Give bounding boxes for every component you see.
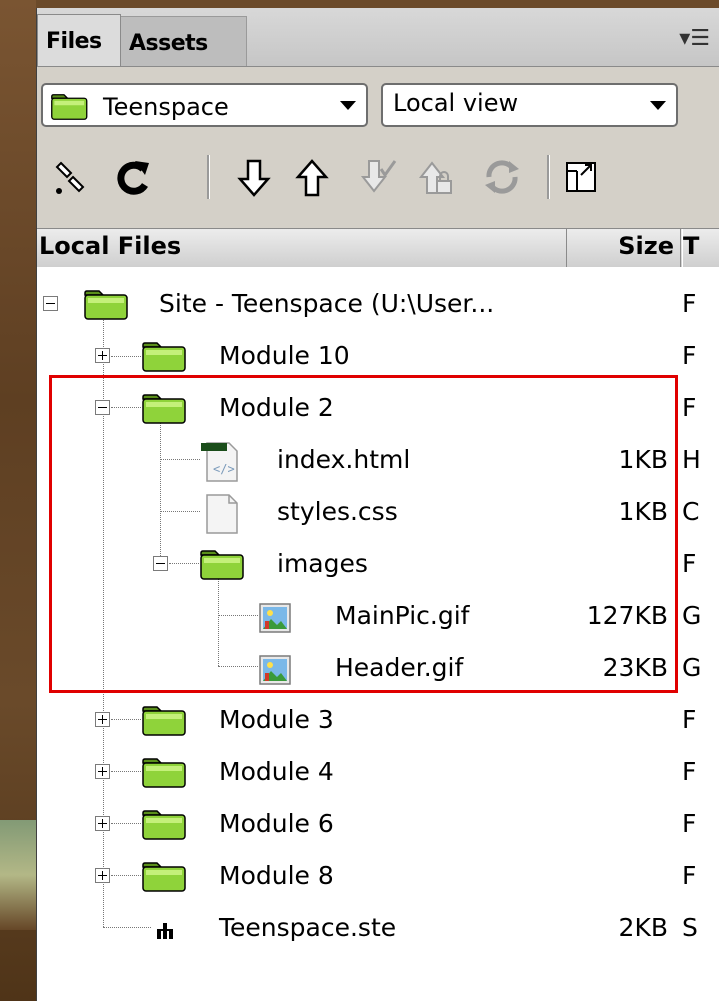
- type-cell: F: [682, 757, 697, 786]
- tree-label: index.html: [277, 445, 411, 474]
- image-file-icon: [259, 603, 291, 633]
- background-decoration: [0, 820, 36, 930]
- size-cell: 1KB: [618, 497, 668, 526]
- site-select-value: Teenspace: [103, 93, 229, 121]
- column-local-files[interactable]: Local Files: [37, 229, 567, 267]
- folder-open-icon: [200, 550, 244, 580]
- expand-toggle[interactable]: [95, 712, 110, 727]
- tab-assets[interactable]: Assets: [121, 16, 247, 66]
- check-in-icon[interactable]: [415, 155, 457, 199]
- tree-label: Module 8: [219, 861, 334, 890]
- type-cell: F: [682, 341, 697, 370]
- tree-row-module-3[interactable]: Module 3 F: [37, 695, 719, 745]
- tree-row-site-root[interactable]: Site - Teenspace (U:\User... F: [37, 279, 719, 329]
- folder-icon: [142, 342, 186, 372]
- toolbar-separator: [547, 155, 550, 199]
- expand-toggle[interactable]: [95, 764, 110, 779]
- file-tree: Site - Teenspace (U:\User... F Module 10…: [37, 267, 719, 1001]
- tree-label: images: [277, 549, 368, 578]
- panel-tab-bar: Files Assets ▾☰: [37, 8, 719, 67]
- tree-label: Module 6: [219, 809, 334, 838]
- get-files-icon[interactable]: [233, 155, 275, 199]
- expand-panel-icon[interactable]: [563, 155, 601, 199]
- tree-row-module-10[interactable]: Module 10 F: [37, 331, 719, 381]
- tree-row-teenspace-ste[interactable]: Teenspace.ste 2KB S: [37, 903, 719, 953]
- type-cell: F: [682, 289, 697, 318]
- size-cell: 2KB: [618, 913, 668, 942]
- type-cell: G: [682, 653, 702, 682]
- folder-icon: [142, 758, 186, 788]
- tree-row-mainpic-gif[interactable]: MainPic.gif 127KB G: [37, 591, 719, 641]
- column-size[interactable]: Size: [567, 229, 681, 267]
- type-cell: F: [682, 809, 697, 838]
- tree-label: MainPic.gif: [335, 601, 470, 630]
- tree-row-module-4[interactable]: Module 4 F: [37, 747, 719, 797]
- collapse-toggle[interactable]: [95, 400, 110, 415]
- tree-label: Header.gif: [335, 653, 464, 682]
- svg-text:</>: </>: [213, 462, 235, 476]
- site-definition-icon: [157, 923, 173, 939]
- type-cell: F: [682, 549, 697, 578]
- tree-label: Teenspace.ste: [219, 913, 397, 942]
- refresh-icon[interactable]: [113, 155, 155, 199]
- folder-icon: [142, 862, 186, 892]
- expand-toggle[interactable]: [95, 816, 110, 831]
- folder-icon: [51, 94, 88, 120]
- css-file-icon: [206, 494, 238, 534]
- check-out-icon[interactable]: [357, 155, 399, 199]
- folder-open-icon: [84, 290, 128, 320]
- folder-open-icon: [142, 394, 186, 424]
- files-toolbar: Teenspace Local view: [37, 67, 719, 237]
- chevron-down-icon: [340, 101, 356, 110]
- tree-row-index-html[interactable]: </> index.html 1KB H: [37, 435, 719, 485]
- type-cell: S: [682, 913, 698, 942]
- column-type[interactable]: T: [682, 229, 719, 267]
- tree-label: styles.css: [277, 497, 398, 526]
- image-file-icon: [259, 655, 291, 685]
- collapse-toggle[interactable]: [43, 296, 58, 311]
- background-strip: [0, 0, 36, 1001]
- folder-icon: [142, 706, 186, 736]
- tree-label: Module 4: [219, 757, 334, 786]
- tree-row-module-6[interactable]: Module 6 F: [37, 799, 719, 849]
- type-cell: F: [682, 705, 697, 734]
- type-cell: F: [682, 393, 697, 422]
- type-cell: G: [682, 601, 702, 630]
- tree-row-images[interactable]: images F: [37, 539, 719, 589]
- size-cell: 23KB: [602, 653, 668, 682]
- put-files-icon[interactable]: [291, 155, 333, 199]
- view-select[interactable]: Local view: [381, 83, 678, 127]
- toolbar-separator: [207, 155, 210, 199]
- tree-label: Site - Teenspace (U:\User...: [159, 289, 495, 318]
- tab-files[interactable]: Files: [37, 14, 121, 66]
- type-cell: F: [682, 861, 697, 890]
- tree-row-header-gif[interactable]: Header.gif 23KB G: [37, 643, 719, 693]
- type-cell: H: [682, 445, 701, 474]
- tree-label: Module 2: [219, 393, 334, 422]
- tree-row-module-8[interactable]: Module 8 F: [37, 851, 719, 901]
- tree-row-module-2[interactable]: Module 2 F: [37, 383, 719, 433]
- tree-label: Module 10: [219, 341, 350, 370]
- expand-toggle[interactable]: [95, 348, 110, 363]
- site-select[interactable]: Teenspace: [41, 83, 368, 127]
- folder-icon: [142, 810, 186, 840]
- files-panel: Files Assets ▾☰ Teenspace Local view Loc…: [36, 8, 719, 1001]
- size-cell: 127KB: [586, 601, 668, 630]
- column-headers: Local Files Size T: [37, 228, 719, 268]
- synchronize-icon[interactable]: [481, 155, 523, 199]
- type-cell: C: [682, 497, 700, 526]
- tree-row-styles-css[interactable]: styles.css 1KB C: [37, 487, 719, 537]
- view-select-value: Local view: [393, 89, 519, 117]
- tree-label: Module 3: [219, 705, 334, 734]
- panel-options-icon[interactable]: ▾☰: [679, 26, 710, 51]
- collapse-toggle[interactable]: [153, 556, 168, 571]
- expand-toggle[interactable]: [95, 868, 110, 883]
- size-cell: 1KB: [618, 445, 668, 474]
- chevron-down-icon: [650, 101, 666, 110]
- html-file-icon: </>: [201, 442, 238, 482]
- connect-icon[interactable]: [51, 155, 93, 199]
